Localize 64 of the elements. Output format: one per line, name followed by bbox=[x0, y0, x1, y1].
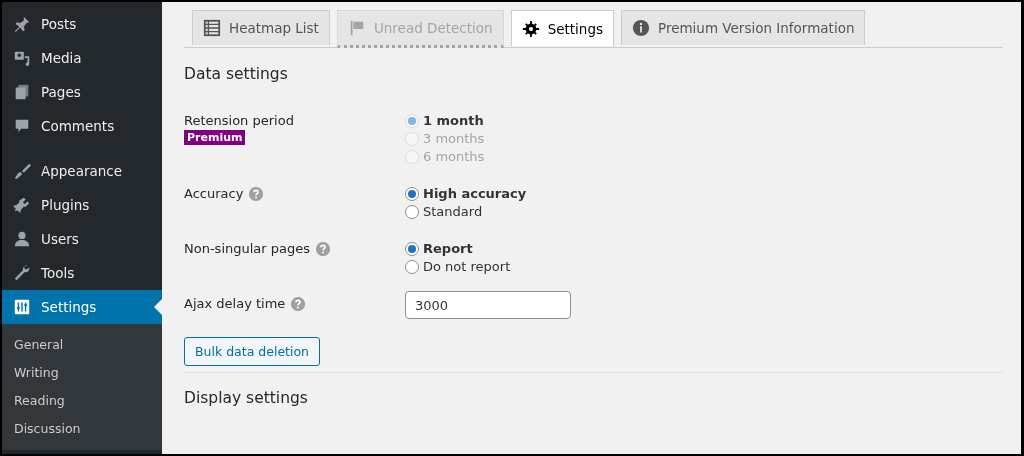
option-label: Do not report bbox=[423, 259, 511, 274]
help-icon[interactable] bbox=[316, 241, 331, 256]
option-label: 6 months bbox=[423, 149, 485, 164]
sidebar-item[interactable]: Posts bbox=[2, 7, 162, 41]
radio-button[interactable] bbox=[405, 204, 419, 219]
section-heading: Display settings bbox=[184, 389, 309, 407]
paintbrush-icon bbox=[13, 162, 31, 180]
media-icon bbox=[13, 49, 31, 67]
sidebar-item[interactable]: Users bbox=[2, 222, 162, 256]
sliders-icon bbox=[13, 298, 31, 316]
sidebar-item[interactable]: Pages bbox=[2, 75, 162, 109]
table-icon bbox=[203, 19, 221, 37]
setting-label: Retension period bbox=[184, 113, 294, 128]
option-label: 1 month bbox=[423, 113, 484, 128]
submenu-item[interactable]: Discussion bbox=[2, 415, 162, 443]
submenu-item[interactable]: General bbox=[2, 331, 162, 359]
tab[interactable]: Heatmap List bbox=[192, 10, 330, 45]
section-heading: Data settings bbox=[184, 65, 289, 83]
sidebar-label: Settings bbox=[41, 299, 97, 315]
info-icon bbox=[632, 19, 650, 37]
tab-label: Heatmap List bbox=[229, 20, 319, 36]
person-icon bbox=[13, 230, 31, 248]
sidebar-item[interactable]: Tools bbox=[2, 256, 162, 290]
tab-label: Settings bbox=[547, 20, 603, 37]
sidebar-item[interactable]: Media bbox=[2, 41, 162, 75]
tab[interactable]: Settings bbox=[510, 10, 614, 46]
sidebar-label: Comments bbox=[41, 118, 115, 134]
tab-label: Unread Detection bbox=[373, 20, 493, 36]
bulk-delete-button[interactable]: Bulk data deletion bbox=[184, 337, 321, 366]
sidebar-label: Media bbox=[41, 50, 82, 66]
pushpin-icon bbox=[13, 15, 31, 33]
sidebar-label: Posts bbox=[41, 16, 77, 32]
sidebar-label: Users bbox=[41, 231, 79, 247]
option-label: 3 months bbox=[423, 131, 485, 146]
option-label: High accuracy bbox=[423, 186, 527, 201]
help-icon[interactable] bbox=[291, 296, 306, 311]
sidebar-label: Appearance bbox=[41, 163, 123, 179]
submenu-item[interactable]: Reading bbox=[2, 387, 162, 415]
submenu-item[interactable]: Writing bbox=[2, 359, 162, 387]
wrench-icon bbox=[13, 264, 31, 282]
setting-label: Non-singular pages bbox=[184, 241, 311, 256]
radio-button[interactable] bbox=[405, 259, 419, 274]
sidebar-item[interactable]: Plugins bbox=[2, 188, 162, 222]
radio-button[interactable] bbox=[405, 241, 419, 256]
setting-label: Ajax delay time bbox=[184, 296, 286, 311]
sidebar-item[interactable]: Appearance bbox=[2, 154, 162, 188]
input-field[interactable]: 3000 bbox=[405, 291, 571, 319]
settings-icon bbox=[521, 19, 540, 38]
tab-label: Premium Version Information bbox=[658, 20, 855, 36]
help-icon[interactable] bbox=[249, 186, 264, 201]
plug-icon bbox=[13, 196, 31, 214]
option-label: Standard bbox=[423, 204, 483, 219]
sidebar-label: Plugins bbox=[41, 197, 90, 213]
option-label: Report bbox=[423, 241, 473, 256]
sidebar-item[interactable]: Comments bbox=[2, 109, 162, 143]
sidebar-label: Tools bbox=[41, 265, 75, 281]
radio-button[interactable] bbox=[405, 186, 419, 201]
sidebar-label: Pages bbox=[41, 84, 81, 100]
setting-label: Accuracy bbox=[184, 186, 244, 201]
speech-bubble-icon bbox=[13, 117, 31, 135]
sidebar-item[interactable]: Settings bbox=[2, 290, 162, 324]
premium-badge: Premium bbox=[184, 130, 246, 145]
pages-icon bbox=[13, 83, 31, 101]
tab[interactable]: Premium Version Information bbox=[621, 10, 866, 45]
